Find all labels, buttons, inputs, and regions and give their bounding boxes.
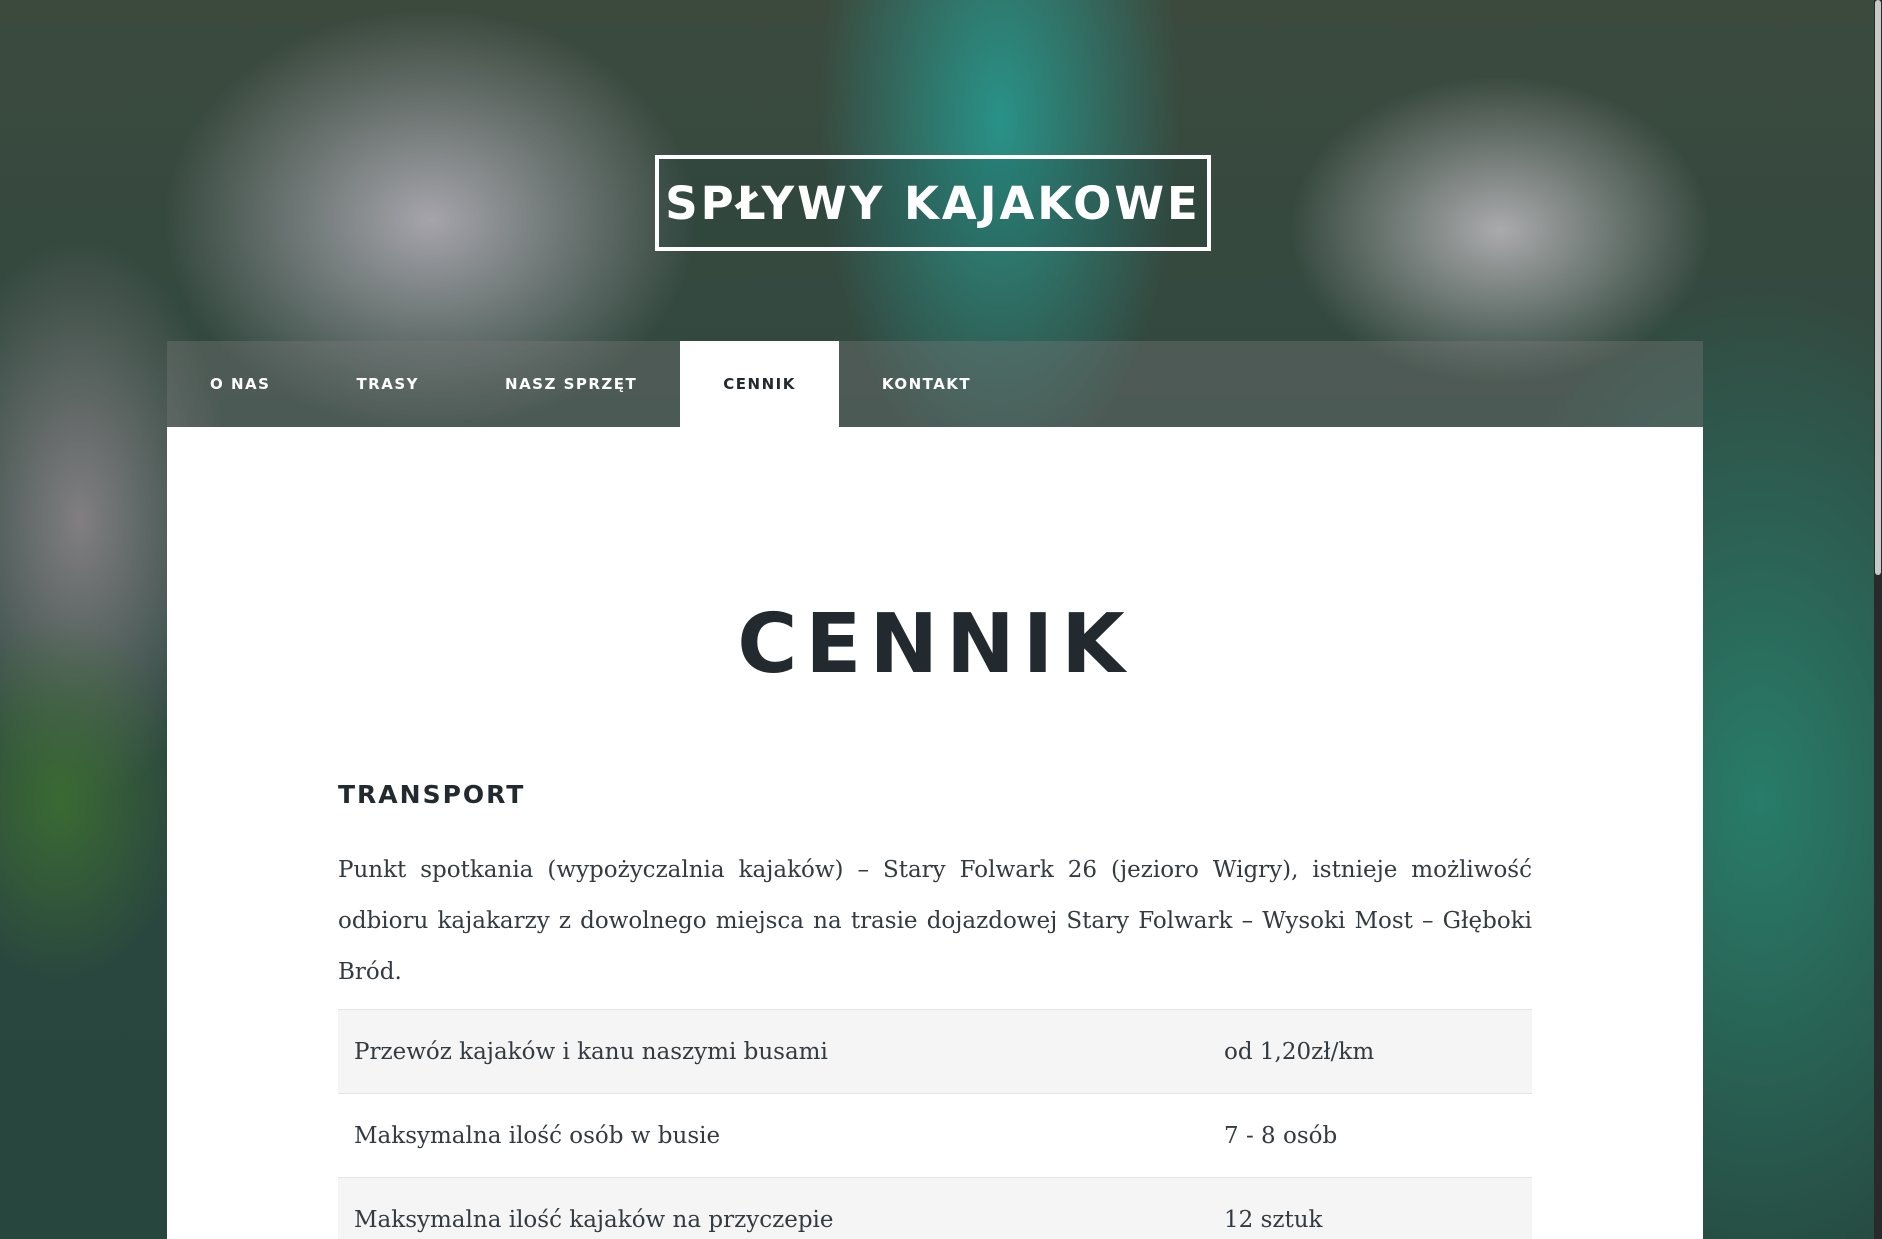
table-row: Maksymalna ilość osób w busie 7 - 8 osób — [338, 1093, 1532, 1178]
content-card: CENNIK TRANSPORT Punkt spotkania (wypoży… — [167, 427, 1703, 1239]
price-value: 7 - 8 osób — [1224, 1122, 1338, 1149]
price-label: Maksymalna ilość kajaków na przyczepie — [354, 1206, 834, 1233]
scrollbar-thumb[interactable] — [1875, 0, 1881, 575]
transport-intro-text: Punkt spotkania (wypożyczalnia kajaków) … — [338, 857, 1532, 985]
table-row: Przewóz kajaków i kanu naszymi busami od… — [338, 1009, 1532, 1094]
page-scrollbar[interactable] — [1874, 0, 1882, 1239]
price-label: Przewóz kajaków i kanu naszymi busami — [354, 1038, 828, 1065]
nav-item-kontakt[interactable]: KONTAKT — [839, 341, 1014, 427]
price-label: Maksymalna ilość osób w busie — [354, 1122, 721, 1149]
page-title: CENNIK — [737, 597, 1133, 692]
price-table: Przewóz kajaków i kanu naszymi busami od… — [338, 1009, 1532, 1239]
site-logo-link[interactable]: SPŁYWY KAJAKOWE — [655, 155, 1211, 251]
nav-item-o-nas[interactable]: O NAS — [167, 341, 313, 427]
main-navigation: O NAS TRASY NASZ SPRZĘT CENNIK KONTAKT — [167, 341, 1703, 427]
nav-item-cennik[interactable]: CENNIK — [680, 341, 839, 427]
nav-item-nasz-sprzet[interactable]: NASZ SPRZĘT — [462, 341, 680, 427]
price-value: 12 sztuk — [1224, 1206, 1323, 1233]
section-title-transport: TRANSPORT — [338, 780, 526, 809]
nav-item-trasy[interactable]: TRASY — [313, 341, 462, 427]
price-value: od 1,20zł/km — [1224, 1038, 1375, 1065]
site-title: SPŁYWY KAJAKOWE — [665, 176, 1201, 230]
table-row: Maksymalna ilość kajaków na przyczepie 1… — [338, 1177, 1532, 1239]
